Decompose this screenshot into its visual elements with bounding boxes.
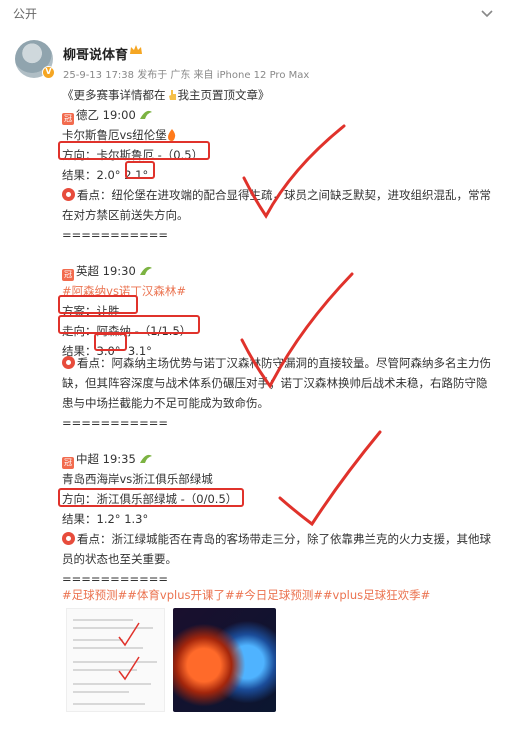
match2-league: 冠英超 19:30 — [62, 261, 153, 281]
pointing-hand-icon — [168, 90, 176, 100]
post-meta: 25-9-13 17:38 发布于 广东 来自 iPhone 12 Pro Ma… — [63, 70, 310, 81]
separator: =========== — [62, 416, 168, 430]
crown-icon — [130, 45, 142, 54]
match3-teams: 青岛西海岸vs浙江俱乐部绿城 — [62, 472, 213, 486]
author-name[interactable]: 柳哥说体育 — [63, 44, 128, 63]
red-check-icon — [278, 430, 382, 527]
more-chevron-icon[interactable] — [479, 5, 495, 21]
intro-line: 《更多赛事详情都在 我主页置顶文章》 — [62, 88, 270, 102]
leaf-icon — [140, 266, 153, 275]
highlight-box-match1-direction — [58, 141, 210, 160]
leaf-icon — [140, 110, 153, 119]
eye-icon — [62, 188, 75, 201]
league-icon: 冠 — [62, 457, 74, 469]
image-thumbnail-fire-vs-ice-ball[interactable] — [173, 608, 276, 712]
match3-league: 冠中超 19:35 — [62, 449, 153, 469]
eye-icon — [62, 356, 75, 369]
leaf-icon — [140, 454, 153, 463]
image-thumbnail-screenshot[interactable] — [66, 608, 165, 712]
highlight-box-match3-direction — [58, 488, 244, 507]
highlight-box-match2-direction — [58, 315, 200, 334]
league-icon: 冠 — [62, 269, 74, 281]
highlight-box-match2-plan — [58, 295, 138, 314]
match1-view: 看点：纽伦堡在进攻端的配合显得生疏，球员之间缺乏默契，进攻组织混乱，常常在对方禁… — [62, 188, 491, 222]
visibility-label[interactable]: 公开 — [13, 5, 37, 22]
match3-result: 结果：1.2° 1.3° — [62, 512, 149, 526]
hashtags[interactable]: #足球预测##体育vplus开课了##今日足球预测##vplus足球狂欢季# — [62, 585, 430, 605]
top-bar: 公开 — [0, 0, 509, 28]
fire-icon — [167, 129, 175, 141]
verified-badge-icon: V — [42, 66, 55, 79]
match2-view: 看点：阿森纳主场优势与诺丁汉森林防守漏洞的直接较量。尽管阿森纳多名主力伤缺，但其… — [62, 356, 491, 410]
match3-view: 看点：浙江绿城能否在青岛的客场带走三分，除了依靠弗兰克的火力支援，其他球员的状态… — [62, 532, 491, 566]
match1-league: 冠德乙 19:00 — [62, 105, 153, 125]
highlight-box-match2-result — [94, 333, 127, 351]
league-icon: 冠 — [62, 113, 74, 125]
separator: =========== — [62, 228, 168, 242]
highlight-box-match1-result — [125, 161, 155, 179]
eye-icon — [62, 532, 75, 545]
